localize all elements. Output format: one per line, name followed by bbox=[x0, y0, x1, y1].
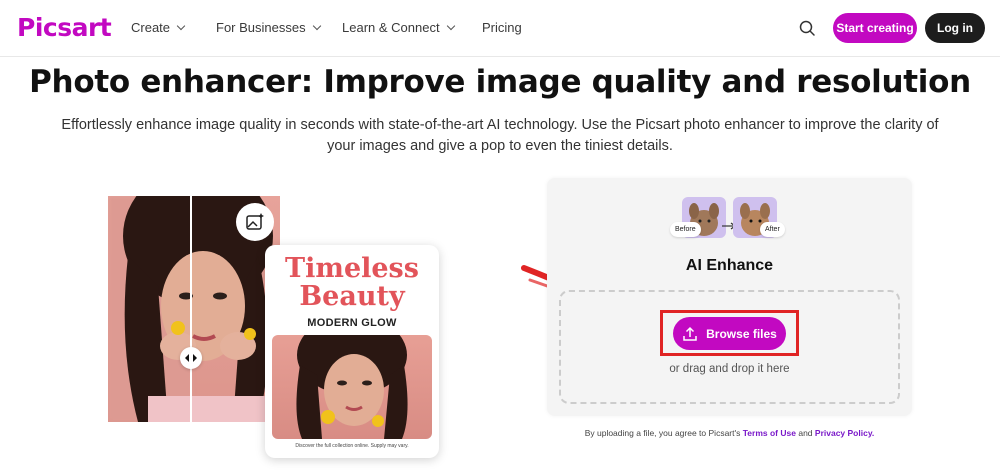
login-button[interactable]: Log in bbox=[925, 13, 985, 43]
magazine-title-line2: Beauty bbox=[299, 281, 405, 312]
magazine-title-line1: Timeless bbox=[285, 253, 419, 284]
arrows-left-right-icon bbox=[185, 354, 197, 362]
terms-prefix: By uploading a file, you agree to Picsar… bbox=[584, 428, 741, 438]
comparison-divider bbox=[190, 196, 192, 422]
magazine-title: Timeless Beauty bbox=[265, 255, 439, 311]
page-subtitle: Effortlessly enhance image quality in se… bbox=[61, 117, 939, 154]
terms-of-use-link[interactable]: Terms of Use bbox=[743, 428, 796, 438]
ai-enhance-badge bbox=[236, 203, 274, 241]
chevron-down-icon bbox=[176, 21, 186, 30]
nav-item-pricing[interactable]: Pricing bbox=[482, 20, 522, 35]
nav-item-label: Create bbox=[131, 20, 171, 35]
drop-hint: or drag and drop it here bbox=[669, 363, 790, 375]
top-nav: Picsart Create For Businesses Learn & Co… bbox=[0, 0, 1000, 57]
nav-item-label: Pricing bbox=[482, 20, 522, 35]
nav-item-label: For Businesses bbox=[216, 20, 306, 35]
nav-item-learn-connect[interactable]: Learn & Connect bbox=[342, 20, 455, 35]
start-creating-button[interactable]: Start creating bbox=[833, 13, 917, 43]
nav-item-create[interactable]: Create bbox=[131, 20, 186, 35]
page-title: Photo enhancer: Improve image quality an… bbox=[29, 64, 971, 100]
privacy-policy-link[interactable]: Privacy Policy. bbox=[815, 428, 874, 438]
search-icon bbox=[799, 20, 815, 36]
search-button[interactable] bbox=[795, 16, 819, 40]
magazine-photo bbox=[272, 335, 432, 439]
before-label: Before bbox=[670, 222, 701, 237]
image-sparkle-icon bbox=[246, 213, 264, 230]
magazine-card: Timeless Beauty MODERN GLOW Discover the… bbox=[265, 245, 439, 458]
upload-icon bbox=[683, 326, 697, 341]
browse-files-label: Browse files bbox=[706, 326, 777, 341]
chevron-down-icon bbox=[312, 21, 321, 30]
upload-card-title: AI Enhance bbox=[685, 257, 774, 274]
picsart-logo[interactable]: Picsart bbox=[17, 13, 112, 42]
terms-notice: By uploading a file, you agree to Picsar… bbox=[547, 428, 912, 438]
terms-and: and bbox=[798, 428, 813, 438]
nav-item-for-businesses[interactable]: For Businesses bbox=[216, 20, 321, 35]
nav-item-label: Learn & Connect bbox=[342, 20, 440, 35]
woman-portrait-illustration bbox=[296, 335, 408, 439]
magazine-footer: Discover the full collection online. Sup… bbox=[295, 443, 409, 449]
comparison-slider-handle[interactable] bbox=[180, 347, 202, 369]
after-label: After bbox=[760, 222, 785, 237]
browse-files-button[interactable]: Browse files bbox=[673, 317, 786, 350]
magazine-subtitle: MODERN GLOW bbox=[307, 317, 397, 329]
chevron-down-icon bbox=[446, 21, 455, 30]
